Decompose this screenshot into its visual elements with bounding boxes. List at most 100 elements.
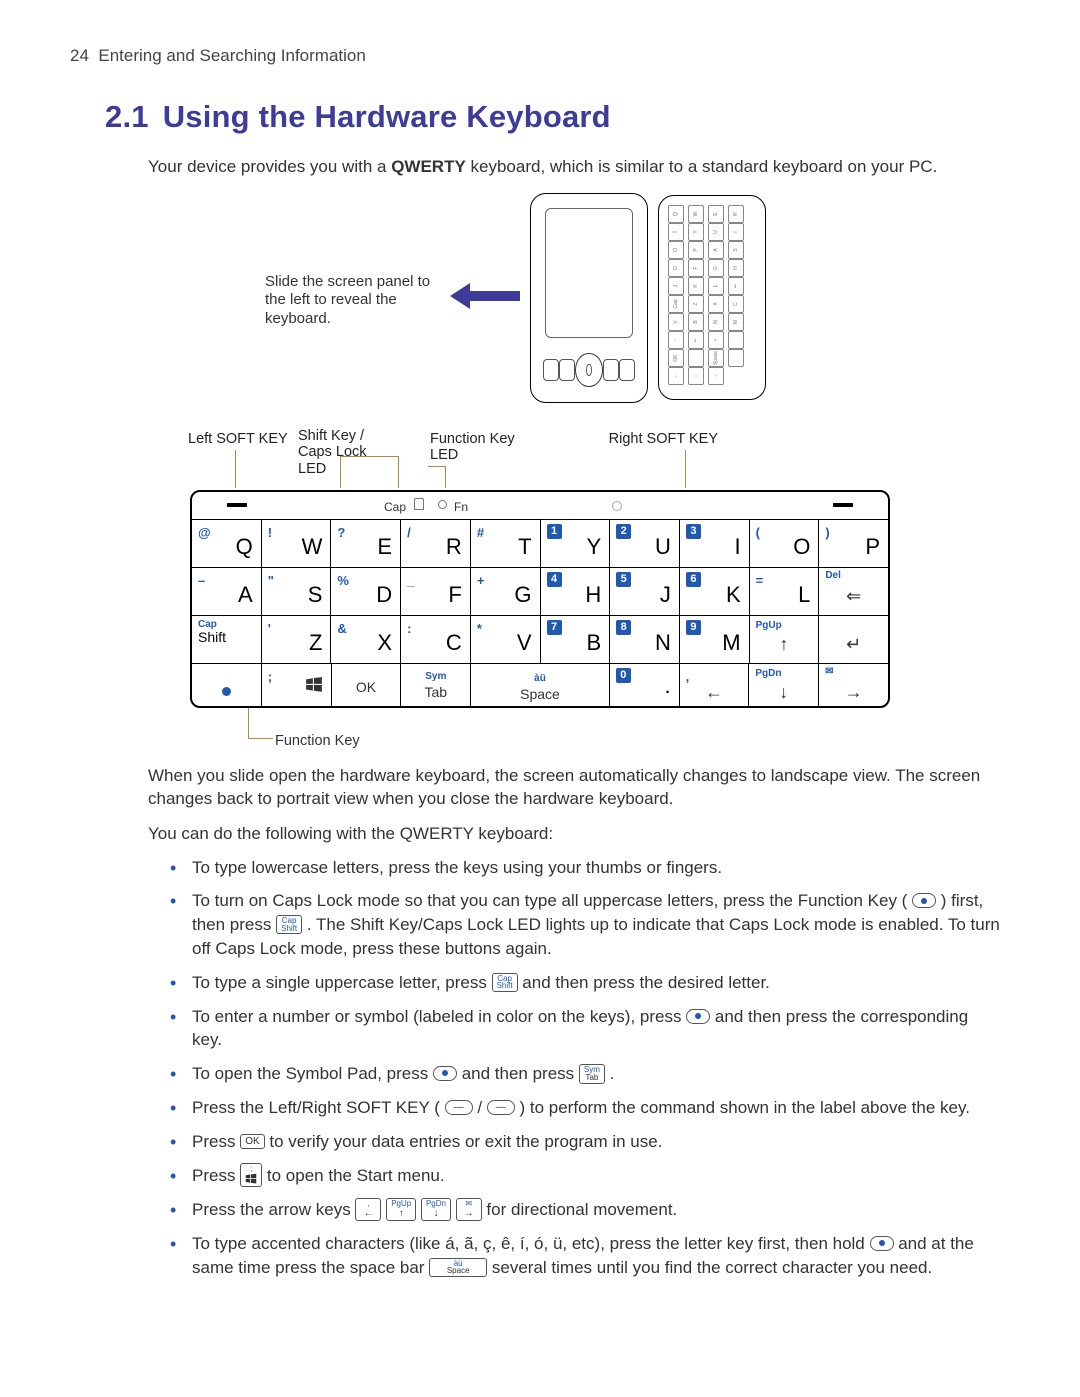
keyboard-key: 7B [541, 616, 611, 664]
keyboard-key: 0. [610, 664, 680, 706]
section-title: Using the Hardware Keyboard [163, 99, 611, 134]
up-arrow-key-icon: PgUp↑ [386, 1198, 416, 1221]
fn-led-icon [438, 500, 447, 509]
keyboard-key: ,← [680, 664, 750, 706]
keyboard-key: (O [750, 520, 820, 568]
left-arrow-key-icon: ,← [355, 1198, 381, 1221]
bullet-start: Press ; to open the Start menu. [170, 1164, 1002, 1189]
para-landscape: When you slide open the hardware keyboar… [148, 765, 1002, 811]
keyboard-key: !W [262, 520, 332, 568]
bullet-list: To type lowercase letters, press the key… [170, 856, 1002, 1280]
keyboard-key: 3I [680, 520, 750, 568]
keyboard-row-2: –A"S%D_F+G4H5J6K=LDel⇐ [192, 568, 888, 616]
arrow-left-icon [450, 285, 520, 307]
bullet-number-symbol: To enter a number or symbol (labeled in … [170, 1005, 1002, 1053]
section-heading: 2.1 Using the Hardware Keyboard [105, 96, 1010, 138]
slide-caption: Slide the screen panel to the left to re… [265, 273, 445, 329]
bullet-ok: Press OK to verify your data entries or … [170, 1130, 1002, 1154]
keyboard-key: ?E [331, 520, 401, 568]
cap-shift-key-icon: CapShift [492, 973, 518, 992]
keyboard-top-labels: Left SOFT KEY Shift Key / Caps Lock LED … [180, 428, 900, 490]
keyboard-key: )P [819, 520, 888, 568]
ok-key-icon: OK [240, 1134, 264, 1149]
keyboard-key: 9M [680, 616, 750, 664]
softkey-right-icon: ― [487, 1100, 515, 1115]
down-arrow-key-icon: PgDn↓ [421, 1198, 451, 1221]
keyboard-key: 8N [610, 616, 680, 664]
fn-key-icon [912, 893, 936, 908]
keyboard-key: :C [401, 616, 471, 664]
section-number: 2.1 [105, 99, 149, 134]
bullet-capslock: To turn on Caps Lock mode so that you ca… [170, 889, 1002, 960]
label-left-softkey: Left SOFT KEY [188, 431, 288, 448]
keyboard-key: ; [262, 664, 332, 706]
sym-tab-key-icon: SymTab [579, 1064, 605, 1084]
bullet-symbol-pad: To open the Symbol Pad, press and then p… [170, 1062, 1002, 1086]
right-arrow-key-icon: ✉→ [456, 1198, 482, 1221]
bullet-softkeys: Press the Left/Right SOFT KEY ( ― / ― ) … [170, 1096, 1002, 1120]
keyboard-key: "S [262, 568, 332, 616]
keyboard-row-3: CapShift'Z&X:C*V7B8N9MPgUp↑↵ [192, 616, 888, 664]
keyboard-key: #T [471, 520, 541, 568]
intro-paragraph: Your device provides you with a QWERTY k… [148, 156, 1000, 179]
keyboard-key: @Q [192, 520, 262, 568]
label-shift-capslock-led: Shift Key / Caps Lock LED [298, 428, 388, 478]
bullet-lowercase: To type lowercase letters, press the key… [170, 856, 1002, 880]
fn-key-icon [870, 1236, 894, 1251]
keyboard-key: Del⇐ [819, 568, 888, 616]
keyboard-key: 4H [541, 568, 611, 616]
device-keyboard-illustration: QWERTYUIOPASDFGHJKL⇐CapZXCVBNM↑↵•OKSpace… [658, 195, 766, 400]
keyboard-key: CapShift [192, 616, 262, 664]
keyboard-key: OK [332, 664, 402, 706]
keyboard-key [192, 664, 262, 706]
label-fn-led: Function Key LED [430, 431, 530, 464]
space-key-icon: àüSpace [429, 1258, 487, 1277]
bullet-arrows: Press the arrow keys ,← PgUp↑ PgDn↓ ✉→ f… [170, 1198, 1002, 1222]
running-header: 24 Entering and Searching Information [70, 45, 1010, 68]
bullet-accented: To type accented characters (like á, ã, … [170, 1232, 1002, 1280]
keyboard-key: –A [192, 568, 262, 616]
keyboard-key: PgDn↓ [749, 664, 819, 706]
windows-key-icon: ; [240, 1163, 262, 1187]
cap-shift-key-icon: CapShift [276, 915, 302, 934]
keyboard-key: _F [401, 568, 471, 616]
keyboard-key: 1Y [541, 520, 611, 568]
keyboard-key: ✉→ [819, 664, 888, 706]
fn-label: Fn [454, 499, 468, 515]
keyboard-key: SymTab [401, 664, 471, 706]
keyboard-key: %D [331, 568, 401, 616]
page-number: 24 [70, 46, 89, 65]
capslock-led-icon [414, 498, 424, 510]
softkey-left-icon: ― [445, 1100, 473, 1115]
fn-key-icon [433, 1066, 457, 1081]
fn-key-icon [686, 1009, 710, 1024]
keyboard-row-1: @Q!W?E/R#T1Y2U3I(O)P [192, 520, 888, 568]
label-right-softkey: Right SOFT KEY [598, 431, 718, 448]
keyboard-key: ↵ [819, 616, 888, 664]
slide-open-figure: Slide the screen panel to the left to re… [190, 193, 890, 418]
keyboard-key: +G [471, 568, 541, 616]
keyboard-key: /R [401, 520, 471, 568]
keyboard-led-bar: Cap Fn [192, 492, 888, 520]
label-fn-key: Function Key [275, 732, 360, 752]
keyboard-row-4: ;OKSymTabàüSpace0.,←PgDn↓✉→ [192, 664, 888, 706]
keyboard-key: *V [471, 616, 541, 664]
keyboard-key: =L [750, 568, 820, 616]
indicator-icon [612, 501, 622, 511]
cap-label: Cap [384, 499, 406, 515]
right-softkey-icon [833, 503, 853, 507]
keyboard-key: 2U [610, 520, 680, 568]
chapter-name: Entering and Searching Information [98, 46, 365, 65]
qwerty-keyboard-diagram: Cap Fn @Q!W?E/R#T1Y2U3I(O)P –A"S%D_F+G4H… [190, 490, 890, 708]
device-front-illustration [530, 193, 648, 403]
para-youcan: You can do the following with the QWERTY… [148, 823, 1002, 846]
bullet-single-uppercase: To type a single uppercase letter, press… [170, 971, 1002, 995]
left-softkey-icon [227, 503, 247, 507]
keyboard-key: àüSpace [471, 664, 610, 706]
keyboard-key: &X [331, 616, 401, 664]
keyboard-key: 'Z [262, 616, 332, 664]
keyboard-key: 5J [610, 568, 680, 616]
keyboard-key: PgUp↑ [750, 616, 820, 664]
keyboard-bottom-label: Function Key [180, 708, 900, 753]
keyboard-key: 6K [680, 568, 750, 616]
